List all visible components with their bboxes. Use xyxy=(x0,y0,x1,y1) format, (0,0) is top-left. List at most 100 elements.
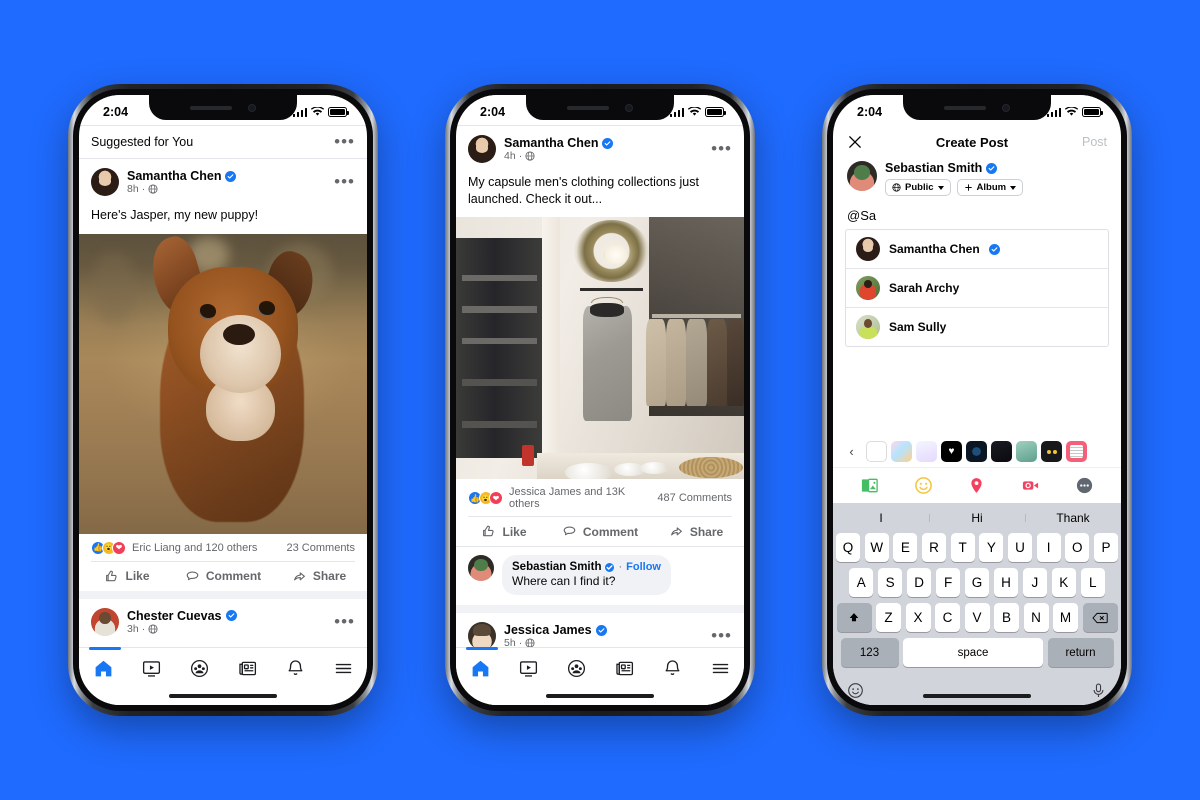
more-button[interactable] xyxy=(1074,475,1094,495)
pastel-art-sticker[interactable] xyxy=(891,441,912,462)
key-h[interactable]: H xyxy=(993,568,1019,597)
key-s[interactable]: S xyxy=(877,568,903,597)
grid-sticker[interactable] xyxy=(1066,441,1087,462)
reaction-summary[interactable]: Eric Liang and 120 others xyxy=(132,542,287,554)
sidebar-item-news[interactable] xyxy=(600,648,648,689)
sidebar-item-notifications[interactable] xyxy=(271,648,319,689)
avatar[interactable] xyxy=(468,555,494,581)
palm-sticker[interactable] xyxy=(1016,441,1037,462)
key-v[interactable]: V xyxy=(964,603,990,632)
numbers-key[interactable]: 123 xyxy=(840,638,899,667)
prediction-2[interactable]: Hi xyxy=(929,511,1025,525)
key-r[interactable]: R xyxy=(921,533,947,562)
list-item[interactable]: Sarah Archy xyxy=(846,268,1108,307)
key-c[interactable]: C xyxy=(935,603,960,632)
key-b[interactable]: B xyxy=(994,603,1019,632)
key-x[interactable]: X xyxy=(905,603,931,632)
avatar[interactable] xyxy=(847,161,877,191)
composer-author-name[interactable]: Sebastian Smith xyxy=(885,161,982,175)
comment-count[interactable]: 23 Comments xyxy=(287,542,355,554)
photo-button[interactable] xyxy=(860,475,880,495)
post-author-name[interactable]: Jessica James xyxy=(504,623,592,637)
key-z[interactable]: Z xyxy=(876,603,901,632)
sidebar-item-groups[interactable] xyxy=(552,648,600,689)
sidebar-item-groups[interactable] xyxy=(175,648,223,689)
key-f[interactable]: F xyxy=(935,568,961,597)
reaction-summary[interactable]: Jessica James and 13K others xyxy=(509,486,657,510)
post-menu-icon[interactable]: ••• xyxy=(334,173,355,190)
post-author-name[interactable]: Chester Cuevas xyxy=(127,609,222,623)
avatar[interactable] xyxy=(468,135,496,163)
home-indicator[interactable] xyxy=(923,693,1031,698)
post-author-name[interactable]: Samantha Chen xyxy=(504,136,598,150)
list-item[interactable]: Samantha Chen xyxy=(846,230,1108,268)
chevron-left-icon[interactable]: ‹ xyxy=(841,441,862,462)
key-m[interactable]: M xyxy=(1053,603,1078,632)
share-button[interactable]: Share xyxy=(648,524,744,539)
microphone-icon[interactable] xyxy=(1090,682,1107,699)
key-d[interactable]: D xyxy=(906,568,932,597)
key-y[interactable]: Y xyxy=(979,533,1004,562)
key-o[interactable]: O xyxy=(1065,533,1090,562)
key-j[interactable]: J xyxy=(1022,568,1048,597)
post-menu-icon[interactable]: ••• xyxy=(334,613,355,630)
shift-key[interactable] xyxy=(836,603,872,632)
emoji-keyboard-icon[interactable] xyxy=(847,682,864,699)
post-button[interactable]: Post xyxy=(1081,135,1107,149)
home-indicator[interactable] xyxy=(546,693,654,698)
like-button[interactable]: Like xyxy=(79,569,175,584)
comment-count[interactable]: 487 Comments xyxy=(657,492,732,504)
sidebar-item-watch[interactable] xyxy=(127,648,175,689)
key-e[interactable]: E xyxy=(893,533,918,562)
post-menu-icon[interactable]: ••• xyxy=(711,627,732,644)
comment-button[interactable]: Comment xyxy=(552,524,648,539)
emoji-button[interactable] xyxy=(913,475,933,495)
key-l[interactable]: L xyxy=(1080,568,1105,597)
backspace-key[interactable] xyxy=(1082,603,1118,632)
ellipsis-icon[interactable]: ••• xyxy=(334,133,355,150)
return-key[interactable]: return xyxy=(1047,638,1114,667)
like-button[interactable]: Like xyxy=(456,524,552,539)
comment-author-name[interactable]: Sebastian Smith xyxy=(512,561,601,573)
rain-sticker[interactable] xyxy=(991,441,1012,462)
key-k[interactable]: K xyxy=(1051,568,1077,597)
post-author-name[interactable]: Samantha Chen xyxy=(127,169,221,183)
space-key[interactable]: space xyxy=(903,638,1043,667)
home-indicator[interactable] xyxy=(169,693,277,698)
record-sticker[interactable] xyxy=(966,441,987,462)
live-video-button[interactable] xyxy=(1021,475,1041,495)
sidebar-item-news[interactable] xyxy=(223,648,271,689)
sidebar-item-menu[interactable] xyxy=(319,648,367,689)
key-u[interactable]: U xyxy=(1007,533,1033,562)
key-p[interactable]: P xyxy=(1093,533,1119,562)
follow-link[interactable]: Follow xyxy=(626,561,661,573)
blank-sticker[interactable] xyxy=(866,441,887,462)
comment-button[interactable]: Comment xyxy=(175,569,271,584)
key-w[interactable]: W xyxy=(864,533,889,562)
key-t[interactable]: T xyxy=(950,533,975,562)
avatar[interactable] xyxy=(91,168,119,196)
sidebar-item-menu[interactable] xyxy=(696,648,744,689)
key-g[interactable]: G xyxy=(964,568,990,597)
sidebar-item-notifications[interactable] xyxy=(648,648,696,689)
location-button[interactable] xyxy=(967,475,987,495)
prediction-1[interactable]: I xyxy=(833,511,929,525)
prediction-3[interactable]: Thank xyxy=(1025,511,1121,525)
key-q[interactable]: Q xyxy=(835,533,861,562)
comment-bubble[interactable]: Sebastian Smith · Follow Where can I fin… xyxy=(502,555,671,595)
audience-selector[interactable]: Public xyxy=(885,179,951,196)
avatar[interactable] xyxy=(91,607,119,636)
post-photo-puppy[interactable] xyxy=(79,233,367,534)
sidebar-item-watch[interactable] xyxy=(504,648,552,689)
post-menu-icon[interactable]: ••• xyxy=(711,140,732,157)
key-a[interactable]: A xyxy=(849,568,874,597)
composer-input[interactable]: @Sa xyxy=(833,202,1121,229)
close-icon[interactable] xyxy=(847,134,863,150)
list-item[interactable]: Sam Sully xyxy=(846,307,1108,346)
post-photo-boutique[interactable] xyxy=(456,217,744,479)
black-heart-sticker[interactable]: ♥ xyxy=(941,441,962,462)
album-selector[interactable]: Album xyxy=(956,179,1024,196)
share-button[interactable]: Share xyxy=(271,569,367,584)
sidebar-item-home[interactable] xyxy=(456,648,504,689)
key-i[interactable]: I xyxy=(1036,533,1061,562)
